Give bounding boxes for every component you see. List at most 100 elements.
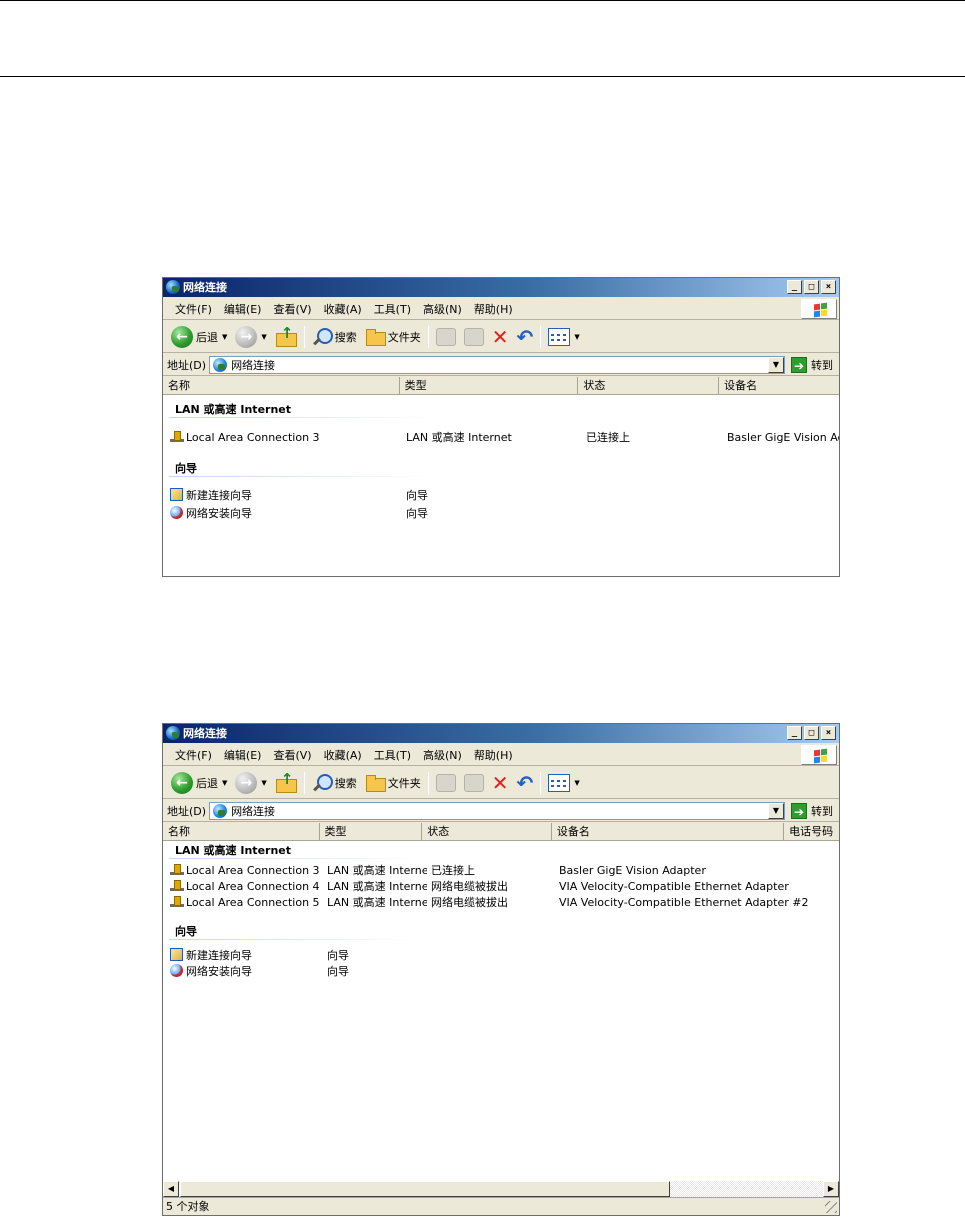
row-status: 已连接上 — [586, 431, 630, 444]
table-row[interactable]: 新建连接向导 向导 — [163, 948, 839, 964]
address-input[interactable]: 网络连接 ▼ — [209, 355, 785, 374]
group-lan-header: LAN 或高速 Internet — [175, 403, 292, 416]
row-device: Basler GigE Vision Adap — [727, 431, 839, 444]
column-status[interactable]: 状态 — [578, 377, 720, 395]
network-globe-icon — [166, 726, 180, 740]
move-to-button[interactable] — [432, 773, 460, 792]
forward-arrow-icon: → — [235, 325, 258, 348]
menu-edit[interactable]: 编辑(E) — [218, 747, 268, 763]
back-button[interactable]: ← 后退 ▼ — [167, 325, 231, 348]
table-row[interactable]: Local Area Connection 4 LAN 或高速 Internet… — [163, 879, 839, 895]
copy-to-button[interactable] — [460, 773, 488, 792]
row-device: VIA Velocity-Compatible Ethernet Adapter — [559, 880, 789, 893]
copy-to-icon — [463, 327, 484, 346]
copy-to-button[interactable] — [460, 327, 488, 346]
scroll-left-button[interactable]: ◀ — [163, 1181, 179, 1197]
delete-button[interactable]: ✕ — [488, 327, 513, 347]
forward-button[interactable]: → ▼ — [231, 771, 270, 794]
copy-to-icon — [463, 773, 484, 792]
go-label: 转到 — [811, 358, 833, 372]
search-button[interactable]: 搜索 — [308, 773, 361, 793]
folders-label: 文件夹 — [387, 330, 421, 344]
dropdown-arrow-icon[interactable]: ▼ — [222, 333, 227, 341]
table-row[interactable]: Local Area Connection 3 LAN 或高速 Internet… — [163, 430, 839, 446]
maximize-button[interactable]: □ — [804, 280, 819, 294]
menu-advanced[interactable]: 高级(N) — [417, 747, 468, 763]
horizontal-scrollbar[interactable]: ◀ ▶ — [163, 1181, 839, 1197]
menu-view[interactable]: 查看(V) — [267, 747, 317, 763]
forward-button[interactable]: → ▼ — [231, 325, 270, 348]
group-divider — [169, 858, 419, 859]
column-name[interactable]: 名称 — [163, 823, 320, 841]
column-phone[interactable]: 电话号码 — [784, 823, 839, 841]
views-button[interactable]: ▼ — [544, 327, 583, 346]
row-type: 向导 — [406, 507, 428, 520]
column-device[interactable]: 设备名 — [552, 823, 785, 841]
search-label: 搜索 — [334, 776, 357, 790]
search-button[interactable]: 搜索 — [308, 327, 361, 347]
scroll-right-button[interactable]: ▶ — [823, 1181, 839, 1197]
column-type[interactable]: 类型 — [400, 377, 579, 395]
table-row[interactable]: Local Area Connection 3 LAN 或高速 Internet… — [163, 863, 839, 879]
up-folder-button[interactable] — [271, 770, 301, 793]
row-name: 新建连接向导 — [170, 488, 400, 504]
views-button[interactable]: ▼ — [544, 773, 583, 792]
scroll-thumb[interactable] — [180, 1181, 670, 1197]
table-row[interactable]: 网络安装向导 向导 — [163, 964, 839, 980]
table-row[interactable]: 网络安装向导 向导 — [163, 506, 839, 522]
menu-file[interactable]: 文件(F) — [169, 301, 218, 317]
resize-grip-icon[interactable] — [825, 1201, 837, 1213]
new-connection-wizard-icon — [170, 488, 183, 501]
row-name: Local Area Connection 3 — [170, 430, 400, 446]
folders-button[interactable]: 文件夹 — [361, 328, 425, 346]
menu-edit[interactable]: 编辑(E) — [218, 301, 268, 317]
dropdown-arrow-icon[interactable]: ▼ — [261, 779, 266, 787]
move-to-button[interactable] — [432, 327, 460, 346]
undo-button[interactable]: ↶ — [513, 327, 538, 347]
back-arrow-icon: ← — [171, 325, 193, 348]
address-dropdown-button[interactable]: ▼ — [768, 356, 784, 373]
address-dropdown-button[interactable]: ▼ — [768, 802, 784, 819]
row-name: 网络安装向导 — [170, 506, 400, 522]
column-type[interactable]: 类型 — [320, 823, 423, 841]
title-bar[interactable]: 网络连接 _ □ × — [163, 278, 839, 297]
title-bar[interactable]: 网络连接 _ □ × — [163, 724, 839, 743]
column-name[interactable]: 名称 — [163, 377, 400, 395]
menu-favorites[interactable]: 收藏(A) — [318, 747, 368, 763]
back-label: 后退 — [196, 330, 218, 344]
menu-file[interactable]: 文件(F) — [169, 747, 218, 763]
dropdown-arrow-icon[interactable]: ▼ — [261, 333, 266, 341]
go-button[interactable]: ➔ 转到 — [785, 356, 839, 373]
table-row[interactable]: Local Area Connection 5 LAN 或高速 Internet… — [163, 895, 839, 911]
back-button[interactable]: ← 后退 ▼ — [167, 771, 231, 794]
folders-button[interactable]: 文件夹 — [361, 774, 425, 792]
network-setup-wizard-icon — [170, 964, 183, 977]
menu-tools[interactable]: 工具(T) — [368, 301, 417, 317]
menu-advanced[interactable]: 高级(N) — [417, 301, 468, 317]
table-row[interactable]: 新建连接向导 向导 — [163, 488, 839, 504]
close-button[interactable]: × — [821, 726, 836, 740]
network-connection-icon — [170, 864, 184, 876]
delete-button[interactable]: ✕ — [488, 773, 513, 793]
dropdown-arrow-icon[interactable]: ▼ — [222, 779, 227, 787]
column-status[interactable]: 状态 — [422, 823, 552, 841]
menu-view[interactable]: 查看(V) — [267, 301, 317, 317]
maximize-button[interactable]: □ — [804, 726, 819, 740]
undo-button[interactable]: ↶ — [513, 773, 538, 793]
minimize-button[interactable]: _ — [787, 726, 802, 740]
menu-help[interactable]: 帮助(H) — [468, 747, 519, 763]
address-input[interactable]: 网络连接 ▼ — [209, 801, 785, 820]
minimize-button[interactable]: _ — [787, 280, 802, 294]
move-to-icon — [435, 327, 456, 346]
address-bar: 地址(D) 网络连接 ▼ ➔ 转到 — [163, 354, 839, 376]
menu-favorites[interactable]: 收藏(A) — [318, 301, 368, 317]
menu-tools[interactable]: 工具(T) — [368, 747, 417, 763]
column-device[interactable]: 设备名 — [719, 377, 839, 395]
up-folder-button[interactable] — [271, 324, 301, 347]
network-setup-wizard-icon — [170, 506, 183, 519]
go-button[interactable]: ➔ 转到 — [785, 802, 839, 819]
row-name: Local Area Connection 5 — [170, 895, 320, 911]
menu-bar: 文件(F) 编辑(E) 查看(V) 收藏(A) 工具(T) 高级(N) 帮助(H… — [163, 744, 839, 766]
close-button[interactable]: × — [821, 280, 836, 294]
menu-help[interactable]: 帮助(H) — [468, 301, 519, 317]
